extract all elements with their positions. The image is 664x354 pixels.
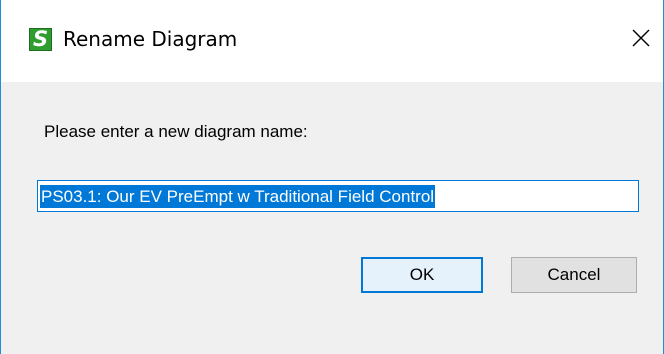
close-button[interactable] bbox=[619, 16, 663, 60]
cancel-button[interactable]: Cancel bbox=[511, 257, 637, 293]
ok-button[interactable]: OK bbox=[361, 257, 483, 293]
close-icon bbox=[632, 29, 650, 47]
window-title: Rename Diagram bbox=[63, 27, 238, 51]
diagram-name-input[interactable]: PS03.1: Our EV PreEmpt w Traditional Fie… bbox=[37, 180, 639, 212]
title-bar[interactable]: S Rename Diagram bbox=[1, 0, 663, 82]
prompt-label: Please enter a new diagram name: bbox=[44, 122, 308, 141]
rename-diagram-dialog: S Rename Diagram Please enter a new diag… bbox=[0, 0, 664, 354]
diagram-name-selected-text: PS03.1: Our EV PreEmpt w Traditional Fie… bbox=[40, 184, 436, 208]
app-icon: S bbox=[29, 28, 52, 51]
